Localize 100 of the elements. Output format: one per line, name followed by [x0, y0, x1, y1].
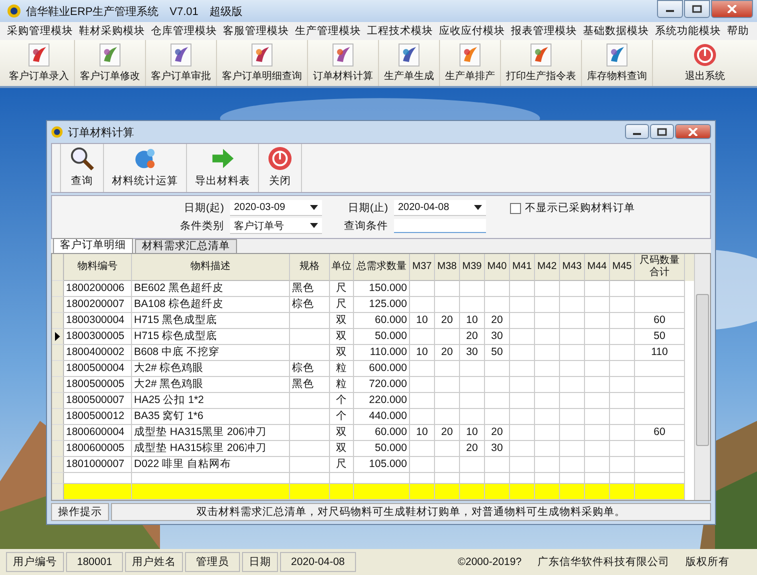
row-indicator: [52, 472, 64, 484]
close-button[interactable]: [711, 0, 753, 18]
toolbar-button[interactable]: 库存物料查询: [582, 40, 653, 86]
empty-cell: [290, 392, 330, 409]
row-indicator: [52, 484, 64, 500]
empty-cell: [410, 408, 435, 425]
table-cell: 1800200006: [64, 280, 132, 297]
scrollbar[interactable]: [694, 254, 710, 500]
table-cell: BA35 窝钉 1*6: [132, 408, 290, 425]
menu-item[interactable]: 帮助: [724, 24, 752, 38]
checkbox[interactable]: [510, 202, 521, 214]
empty-cell: [610, 440, 635, 457]
date-dropdown[interactable]: 2020-04-08: [394, 200, 486, 216]
toolbar-button[interactable]: 客户订单录入: [4, 40, 75, 86]
table-cell: 1800500007: [64, 392, 132, 409]
menu-item[interactable]: 鞋材采购模块: [76, 24, 148, 38]
close-button[interactable]: [675, 124, 711, 139]
empty-cell: [510, 456, 535, 473]
table-cell: 1800500012: [64, 408, 132, 425]
summary-cell: [64, 484, 132, 500]
empty-cell: [585, 312, 610, 329]
table-cell: BE602 黑色超纤皮: [132, 280, 290, 297]
close-icon: [688, 128, 698, 136]
menu-item[interactable]: 基础数据模块: [580, 24, 652, 38]
empty-cell: [585, 408, 610, 425]
minimize-button[interactable]: [625, 124, 649, 139]
empty-cell: [535, 376, 560, 393]
field-label: 日期(起): [183, 201, 224, 215]
empty-cell: [610, 344, 635, 361]
menu-item[interactable]: 客服管理模块: [220, 24, 292, 38]
menu-item[interactable]: 采购管理模块: [4, 24, 76, 38]
table-cell: 个: [330, 408, 354, 425]
column-header: 尺码数量合计: [635, 254, 685, 281]
toolbar-button[interactable]: 订单材料计算: [308, 40, 379, 86]
empty-cell: [460, 296, 485, 313]
empty-cell: [510, 424, 535, 441]
logo-icon: [51, 126, 63, 138]
table-cell: 60.000: [354, 424, 410, 441]
empty-cell: [560, 376, 585, 393]
toolbar-button[interactable]: 关闭: [258, 144, 302, 192]
empty-cell: [510, 328, 535, 345]
current-row-icon: [55, 332, 60, 341]
menu-item[interactable]: 系统功能模块: [652, 24, 724, 38]
table-cell: 个: [330, 392, 354, 409]
field-label: 查询条件: [344, 219, 388, 233]
tab[interactable]: 材料需求汇总清单: [135, 239, 237, 253]
empty-cell: [460, 360, 485, 377]
summary-cell: [435, 484, 460, 500]
tab[interactable]: 客户订单明细: [53, 238, 133, 253]
query-field[interactable]: [394, 219, 486, 233]
empty-cell: [535, 408, 560, 425]
table-cell: 粒: [330, 360, 354, 377]
toolbar-button[interactable]: 查询: [60, 144, 104, 192]
column-header: M44: [585, 254, 610, 281]
condition-dropdown[interactable]: 客户订单号: [230, 218, 322, 234]
empty-cell: [435, 328, 460, 345]
empty-cell: [410, 376, 435, 393]
summary-cell: [510, 484, 535, 500]
table-cell: 棕色: [290, 296, 330, 313]
menu-item[interactable]: 工程技术模块: [364, 24, 436, 38]
toolbar-button[interactable]: 退出系统: [653, 40, 757, 86]
status-value: 管理员: [185, 552, 240, 572]
empty-cell: [635, 408, 685, 425]
column-header: M38: [435, 254, 460, 281]
maximize-button[interactable]: [684, 0, 710, 18]
empty-cell: [560, 280, 585, 297]
toolbar-button[interactable]: 打印生产指令表: [501, 40, 582, 86]
maximize-button[interactable]: [650, 124, 674, 139]
table-cell: 双: [330, 312, 354, 329]
toolbar-button[interactable]: 客户订单修改: [75, 40, 146, 86]
toolbar-button[interactable]: 材料统计运算: [103, 144, 187, 192]
summary-cell: [410, 484, 435, 500]
toolbar-button[interactable]: 导出材料表: [186, 144, 259, 192]
summary-cell: [460, 484, 485, 500]
toolbar-button[interactable]: 客户订单明细查询: [217, 40, 308, 86]
menu-item[interactable]: 应收应付模块: [436, 24, 508, 38]
table-cell: 成型垫 HA315棕里 206冲刀: [132, 440, 290, 457]
empty-cell: [410, 360, 435, 377]
empty-cell: [610, 296, 635, 313]
menu-item[interactable]: 报表管理模块: [508, 24, 580, 38]
table-cell: 110.000: [354, 344, 410, 361]
table-cell: H715 黑色成型底: [132, 312, 290, 329]
toolbar-button[interactable]: 生产单排产: [440, 40, 501, 86]
toolbar-button[interactable]: 客户订单审批: [146, 40, 217, 86]
empty-cell: [610, 408, 635, 425]
empty-cell: [510, 296, 535, 313]
menu-item[interactable]: 生产管理模块: [292, 24, 364, 38]
empty-cell: [485, 360, 510, 377]
empty-cell: [410, 328, 435, 345]
table-cell: 棕色: [290, 360, 330, 377]
status-label: 日期: [242, 552, 278, 572]
menu-item[interactable]: 仓库管理模块: [148, 24, 220, 38]
company-name: 广东信华软件科技有限公司: [538, 555, 670, 569]
table-cell: 20: [435, 312, 460, 329]
empty-cell: [535, 440, 560, 457]
table-cell: 尺: [330, 456, 354, 473]
minimize-button[interactable]: [657, 0, 683, 18]
toolbar-button[interactable]: 生产单生成: [379, 40, 440, 86]
column-header: 总需求数量: [354, 254, 410, 281]
date-dropdown[interactable]: 2020-03-09: [230, 200, 322, 216]
